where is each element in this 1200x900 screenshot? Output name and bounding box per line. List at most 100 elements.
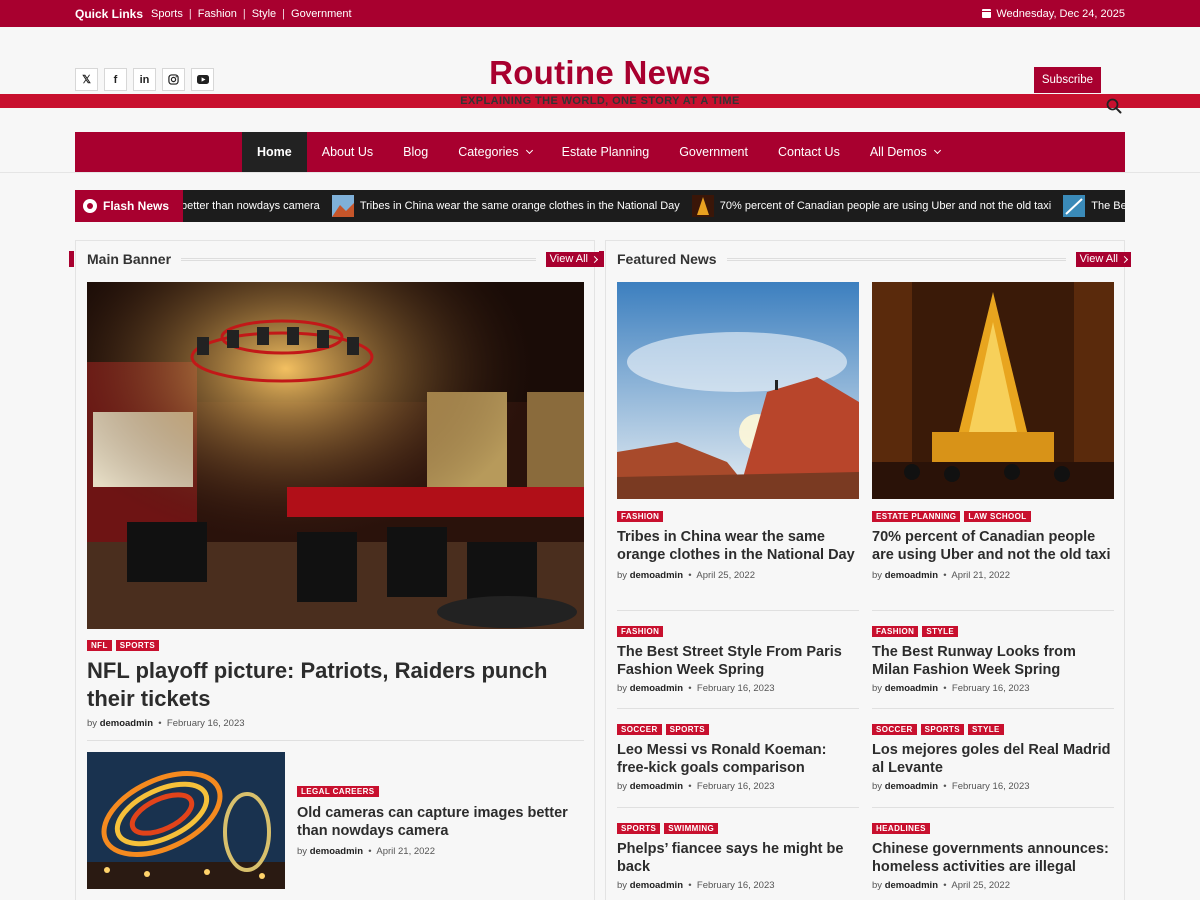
nav-item-categories[interactable]: Categories [443,132,546,172]
author-link[interactable]: demoadmin [630,880,683,891]
article-title[interactable]: Chinese governments announces: homeless … [872,840,1114,876]
category-tag[interactable]: LAW SCHOOL [964,511,1031,522]
site-header: 𝕏 f in Routine News Explaining the World… [0,27,1200,132]
article-tags: SOCCER SPORTS [617,724,859,735]
meta-dot: • [685,880,695,891]
article-image[interactable] [617,282,859,499]
article-title[interactable]: The Best Runway Looks from Milan Fashion… [872,643,1114,679]
article-title[interactable]: Los mejores goles del Real Madrid al Lev… [872,741,1114,777]
secondary-article-image[interactable] [87,752,285,889]
article-meta: by demoadmin • April 25, 2022 [617,570,859,581]
category-tag[interactable]: ESTATE PLANNING [872,511,961,522]
separator: | [282,7,286,20]
list-divider [617,807,859,808]
author-link[interactable]: demoadmin [885,880,938,891]
category-tag[interactable]: SOCCER [872,724,917,735]
quick-link-government[interactable]: Government [291,8,352,20]
category-tag[interactable]: SPORTS [617,823,661,834]
category-tag[interactable]: SWIMMING [664,823,719,834]
category-tag[interactable]: SPORTS [920,724,964,735]
list-item: SOCCER SPORTS STYLE Los mejores goles de… [872,724,1114,792]
category-tag[interactable]: FASHION [872,626,919,637]
category-tag[interactable]: SPORTS [665,724,709,735]
calendar-icon [982,9,992,18]
category-tag[interactable]: SOCCER [617,724,662,735]
meta-dot: • [685,781,695,792]
category-tag[interactable]: FASHION [617,626,664,637]
chevron-down-icon [525,146,533,155]
search-icon[interactable] [1106,98,1122,114]
quick-link-fashion[interactable]: Fashion [198,8,237,20]
category-tag[interactable]: NFL [87,640,112,651]
featured-article-image[interactable] [87,282,584,629]
quick-link-style[interactable]: Style [252,8,276,20]
ticker-thumbnail [331,195,354,217]
list-item: HEADLINES Chinese governments announces:… [872,823,1114,891]
article-date: February 16, 2023 [696,880,775,891]
author-link[interactable]: demoadmin [630,781,683,792]
meta-dot: • [155,718,165,729]
article-tags: ESTATE PLANNING LAW SCHOOL [872,511,1114,522]
article-title[interactable]: Phelps’ fiancee says he might be back [617,840,859,876]
article-tags: HEADLINES [872,823,1114,834]
top-bar: Quick Links Sports | Fashion | Style | G… [0,0,1200,27]
nav-item-about-us[interactable]: About Us [307,132,388,172]
header-divider [0,172,1200,173]
article-tags: SPORTS SWIMMING [617,823,859,834]
article-date: February 16, 2023 [951,781,1030,792]
quick-link-sports[interactable]: Sports [151,8,183,20]
category-tag[interactable]: LEGAL CAREERS [297,786,379,797]
author-link[interactable]: demoadmin [310,846,363,857]
ticker-item[interactable]: Tribes in China wear the same orange clo… [331,195,680,217]
ticker-item[interactable]: better than nowdays camera [181,200,320,212]
article-date: February 16, 2023 [696,683,775,694]
article-divider [87,740,584,741]
nav-item-blog[interactable]: Blog [388,132,443,172]
article-meta: by demoadmin • February 16, 2023 [617,683,859,694]
featured-article-title[interactable]: NFL playoff picture: Patriots, Raiders p… [87,657,584,713]
flash-news-bar: Flash News better than nowdays camera Tr… [75,190,1125,222]
subscribe-button[interactable]: Subscribe [1033,67,1101,93]
author-link[interactable]: demoadmin [885,570,938,581]
view-all-button[interactable]: View All [1075,251,1131,267]
meta-dot: • [940,683,950,694]
current-date: Wednesday, Dec 24, 2025 [982,8,1125,20]
nav-item-all-demos[interactable]: All Demos [855,132,955,172]
nav-item-government[interactable]: Government [664,132,763,172]
ticker-item[interactable]: The Be [1063,195,1125,217]
author-link[interactable]: demoadmin [630,683,683,694]
author-link[interactable]: demoadmin [885,781,938,792]
view-all-button[interactable]: View All [545,251,601,267]
category-tag[interactable]: STYLE [922,626,959,637]
view-all-label: View All [1079,253,1118,265]
article-image[interactable] [872,282,1114,499]
ticker-text: better than nowdays camera [181,200,320,212]
list-divider [617,708,859,709]
author-link[interactable]: demoadmin [100,718,153,729]
ticker-item[interactable]: 70% percent of Canadian people are using… [691,195,1051,217]
nav-item-home[interactable]: Home [242,132,307,172]
list-divider [872,807,1114,808]
site-tagline: Explaining the World, One Story at a Tim… [0,94,1200,108]
article-meta: by demoadmin • February 16, 2023 [872,781,1114,792]
category-tag[interactable]: SPORTS [115,640,160,651]
site-title[interactable]: Routine News [0,54,1200,92]
category-tag[interactable]: STYLE [967,724,1004,735]
site-branding: Routine News Explaining the World, One S… [0,54,1200,108]
article-title[interactable]: 70% percent of Canadian people are using… [872,528,1114,564]
author-link[interactable]: demoadmin [885,683,938,694]
flash-news-title: Flash News [103,199,170,213]
nav-item-contact-us[interactable]: Contact Us [763,132,855,172]
article-tags: FASHION STYLE [872,626,1114,637]
article-title[interactable]: Tribes in China wear the same orange clo… [617,528,859,564]
nav-item-estate-planning[interactable]: Estate Planning [547,132,665,172]
article-title[interactable]: The Best Street Style From Paris Fashion… [617,643,859,679]
flash-news-label: Flash News [75,190,183,222]
secondary-article-title[interactable]: Old cameras can capture images better th… [297,804,587,840]
featured-card: FASHION Tribes in China wear the same or… [617,282,859,581]
article-meta: by demoadmin • February 16, 2023 [87,718,245,729]
author-link[interactable]: demoadmin [630,570,683,581]
category-tag[interactable]: FASHION [617,511,664,522]
article-title[interactable]: Leo Messi vs Ronald Koeman: free-kick go… [617,741,859,777]
category-tag[interactable]: HEADLINES [872,823,930,834]
